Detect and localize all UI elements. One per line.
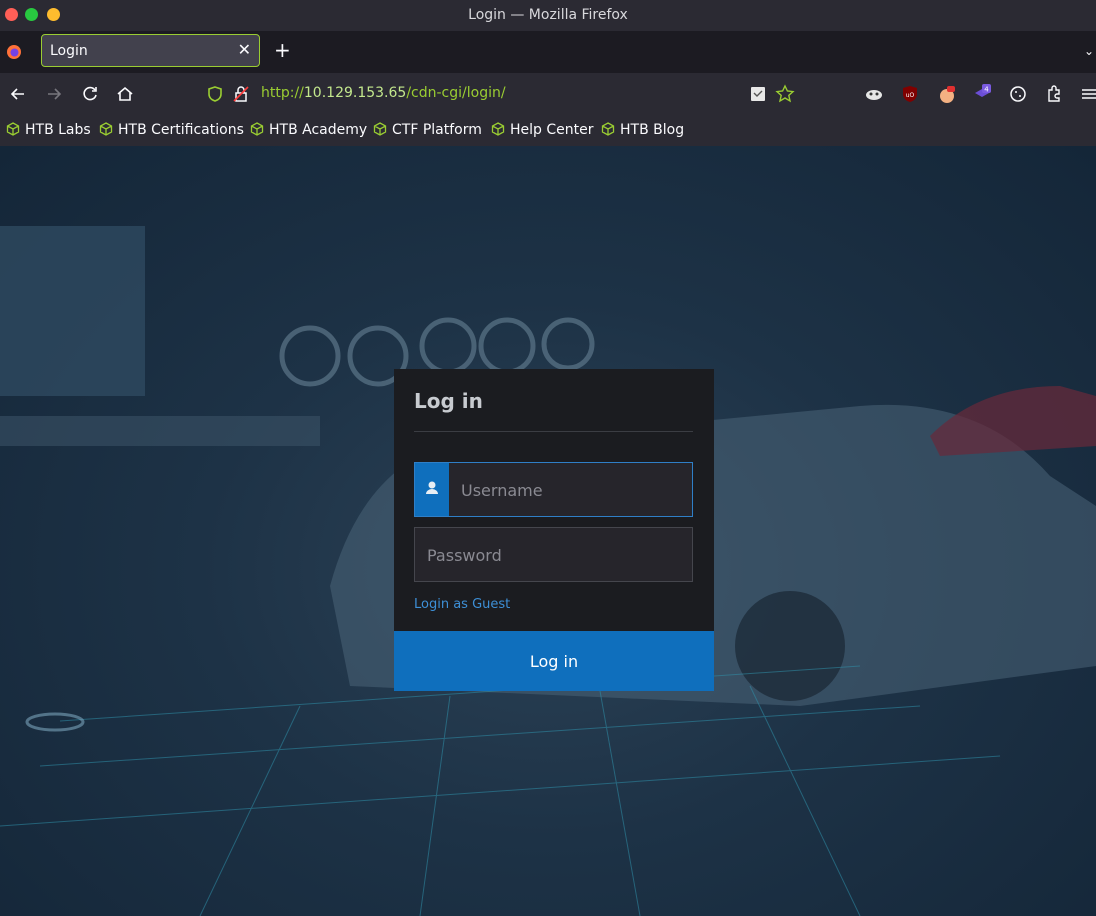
- bookmark-label: HTB Certifications: [118, 122, 244, 138]
- bookmark-help-center[interactable]: Help Center: [491, 122, 594, 138]
- cube-icon: [250, 122, 264, 136]
- page-content: Log in Login as Guest Log in: [0, 146, 1096, 916]
- star-bookmark-icon[interactable]: [775, 84, 795, 104]
- tracking-shield-icon[interactable]: [205, 84, 225, 104]
- login-button[interactable]: Log in: [394, 631, 714, 691]
- insecure-lock-icon[interactable]: [231, 84, 251, 104]
- reader-view-icon[interactable]: [748, 84, 768, 104]
- svg-text:uO: uO: [906, 92, 915, 99]
- cube-icon: [6, 122, 20, 136]
- forward-button[interactable]: [44, 84, 64, 104]
- divider: [414, 431, 693, 432]
- hamburger-menu-icon[interactable]: [1078, 84, 1096, 104]
- extension-notifications-icon[interactable]: 4: [972, 84, 992, 104]
- cube-icon: [373, 122, 387, 136]
- firefox-icon[interactable]: [6, 44, 22, 60]
- chevron-down-icon[interactable]: ⌄: [1084, 44, 1094, 58]
- url-scheme: http://: [261, 85, 304, 101]
- window-titlebar: Login — Mozilla Firefox: [0, 0, 1096, 31]
- tab-login[interactable]: Login ✕: [41, 34, 260, 67]
- cube-icon: [99, 122, 113, 136]
- bookmark-htb-certifications[interactable]: HTB Certifications: [99, 122, 244, 138]
- bookmark-ctf-platform[interactable]: CTF Platform: [373, 122, 482, 138]
- password-input[interactable]: [425, 528, 689, 583]
- ublock-origin-icon[interactable]: uO: [900, 84, 920, 104]
- bookmark-htb-academy[interactable]: HTB Academy: [250, 122, 367, 138]
- bookmark-label: Help Center: [510, 122, 594, 138]
- login-title: Log in: [414, 389, 483, 413]
- extension-lion-icon[interactable]: [864, 84, 884, 104]
- navigation-toolbar: http://10.129.153.65/cdn-cgi/login/ uO 4: [0, 73, 1096, 115]
- cube-icon: [491, 122, 505, 136]
- home-button[interactable]: [115, 84, 135, 104]
- cookie-icon[interactable]: [1008, 84, 1028, 104]
- url-path: /cdn-cgi/login/: [406, 85, 506, 101]
- username-input[interactable]: [459, 463, 693, 518]
- window-title: Login — Mozilla Firefox: [468, 7, 628, 23]
- username-field[interactable]: [414, 462, 693, 518]
- back-button[interactable]: [8, 84, 28, 104]
- login-as-guest-link[interactable]: Login as Guest: [414, 597, 510, 612]
- extension-avatar-icon[interactable]: [937, 84, 957, 104]
- tab-close-icon[interactable]: ✕: [238, 40, 251, 59]
- login-panel: Log in Login as Guest Log in: [394, 369, 714, 691]
- url-host: 10.129.153.65: [303, 85, 407, 101]
- tab-bar: Login ✕ + ⌄: [0, 31, 1096, 73]
- url-field[interactable]: http://10.129.153.65/cdn-cgi/login/: [261, 85, 506, 101]
- bookmark-label: HTB Blog: [620, 122, 685, 138]
- bookmark-htb-labs[interactable]: HTB Labs: [6, 122, 91, 138]
- bookmark-label: HTB Labs: [25, 122, 91, 138]
- tab-label: Login: [50, 43, 88, 59]
- bookmark-label: HTB Academy: [269, 122, 368, 138]
- extensions-puzzle-icon[interactable]: [1044, 84, 1064, 104]
- user-icon: [415, 463, 449, 516]
- new-tab-button[interactable]: +: [274, 40, 291, 60]
- bookmarks-toolbar: HTB Labs HTB Certifications HTB Academy …: [0, 115, 1096, 146]
- reload-button[interactable]: [80, 84, 100, 104]
- bookmark-htb-blog[interactable]: HTB Blog: [601, 122, 684, 138]
- bookmark-label: CTF Platform: [392, 122, 482, 138]
- extension-badge: 4: [984, 86, 989, 94]
- password-field[interactable]: [414, 527, 693, 583]
- cube-icon: [601, 122, 615, 136]
